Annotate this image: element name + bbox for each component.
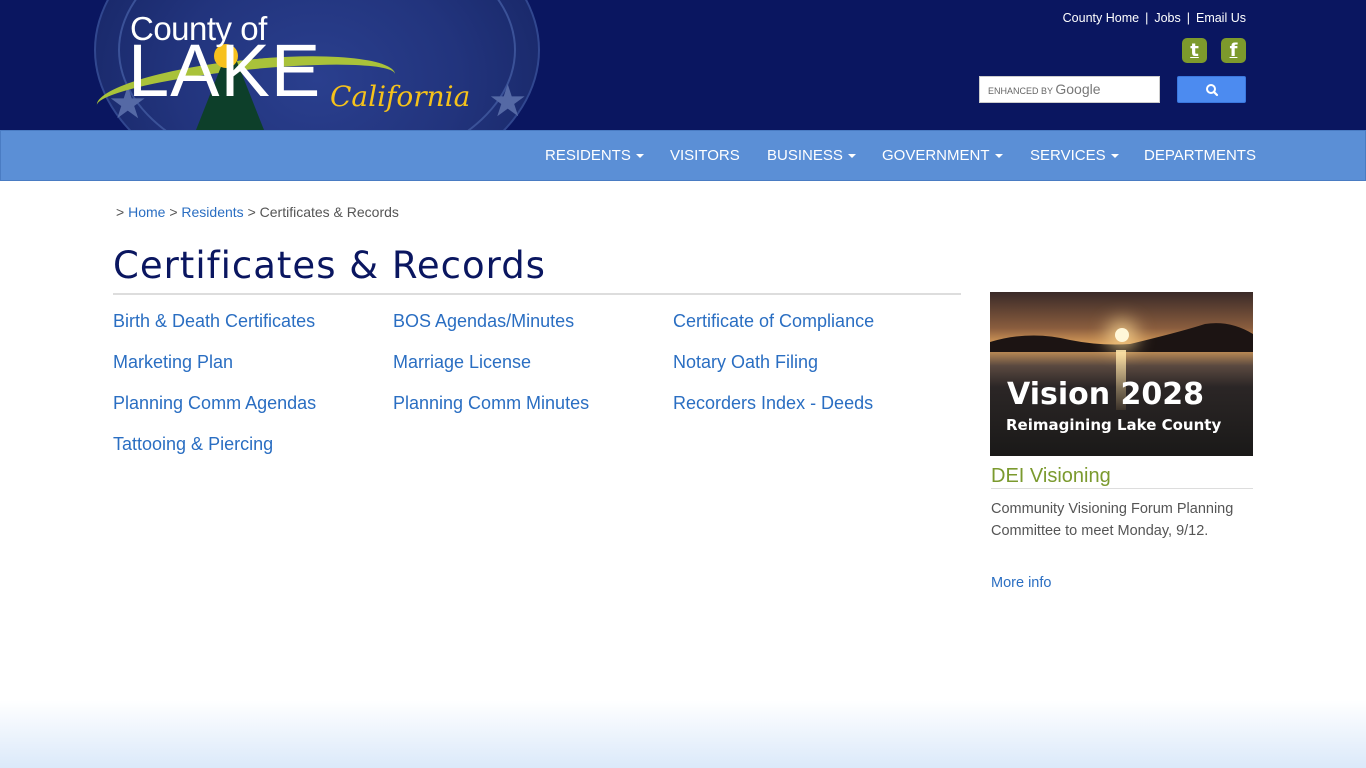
nav-business[interactable]: BUSINESS <box>767 131 856 180</box>
site-header: ★ ★ County of LAKE California County Hom… <box>0 0 1366 130</box>
search-input[interactable]: ENHANCED BY Google <box>979 76 1160 103</box>
dei-visioning-heading[interactable]: DEI Visioning <box>991 465 1111 488</box>
breadcrumb-current: Certificates & Records <box>259 204 399 220</box>
nav-government[interactable]: GOVERNMENT <box>882 131 1003 180</box>
breadcrumb-home[interactable]: Home <box>128 204 165 220</box>
link-planning-comm-agendas[interactable]: Planning Comm Agendas <box>113 393 316 414</box>
logo-lake: LAKE <box>128 29 322 112</box>
main-nav: RESIDENTS VISITORS BUSINESS GOVERNMENT S… <box>0 130 1366 181</box>
link-recorders-index-deeds[interactable]: Recorders Index - Deeds <box>673 393 873 414</box>
nav-departments[interactable]: DEPARTMENTS <box>1144 131 1256 180</box>
link-planning-comm-minutes[interactable]: Planning Comm Minutes <box>393 393 589 414</box>
promo-title: Vision 2028 <box>1007 377 1205 412</box>
sunset-graphic <box>1115 328 1129 342</box>
nav-visitors[interactable]: VISITORS <box>670 131 740 180</box>
search-button[interactable] <box>1177 76 1246 103</box>
more-info-link[interactable]: More info <box>991 575 1051 591</box>
page-title: Certificates & Records <box>113 244 546 287</box>
link-tattooing-piercing[interactable]: Tattooing & Piercing <box>113 434 273 455</box>
caret-down-icon <box>635 154 644 159</box>
title-divider <box>113 293 961 295</box>
link-marriage-license[interactable]: Marriage License <box>393 352 531 373</box>
nav-residents[interactable]: RESIDENTS <box>545 131 644 180</box>
facebook-icon[interactable]: f <box>1221 38 1246 63</box>
jobs-link[interactable]: Jobs <box>1154 11 1180 25</box>
link-separator: | <box>1145 11 1149 25</box>
search-icon <box>1206 84 1219 97</box>
link-birth-death-certificates[interactable]: Birth & Death Certificates <box>113 311 315 332</box>
breadcrumb-residents[interactable]: Residents <box>181 204 243 220</box>
link-separator: | <box>1186 11 1190 25</box>
caret-down-icon <box>1110 154 1119 159</box>
footer-gradient <box>0 700 1366 768</box>
logo-california: California <box>330 80 471 113</box>
county-home-link[interactable]: County Home <box>1063 11 1139 25</box>
link-notary-oath-filing[interactable]: Notary Oath Filing <box>673 352 818 373</box>
sidebar-divider <box>991 488 1253 489</box>
vision-2028-banner[interactable]: Vision 2028 Reimagining Lake County <box>990 292 1253 456</box>
star-icon: ★ <box>488 76 528 127</box>
link-certificate-of-compliance[interactable]: Certificate of Compliance <box>673 311 874 332</box>
sidebar-description: Community Visioning Forum Planning Commi… <box>991 501 1234 539</box>
breadcrumb: > Home > Residents > Certificates & Reco… <box>116 204 399 220</box>
search-placeholder: ENHANCED BY Google <box>988 81 1101 97</box>
email-us-link[interactable]: Email Us <box>1196 11 1246 25</box>
nav-services[interactable]: SERVICES <box>1030 131 1119 180</box>
twitter-icon[interactable]: t <box>1182 38 1207 63</box>
link-marketing-plan[interactable]: Marketing Plan <box>113 352 233 373</box>
caret-down-icon <box>994 154 1003 159</box>
caret-down-icon <box>847 154 856 159</box>
promo-subtitle: Reimagining Lake County <box>1006 416 1222 434</box>
utility-links: County Home | Jobs | Email Us <box>1063 11 1246 25</box>
link-bos-agendas-minutes[interactable]: BOS Agendas/Minutes <box>393 311 574 332</box>
